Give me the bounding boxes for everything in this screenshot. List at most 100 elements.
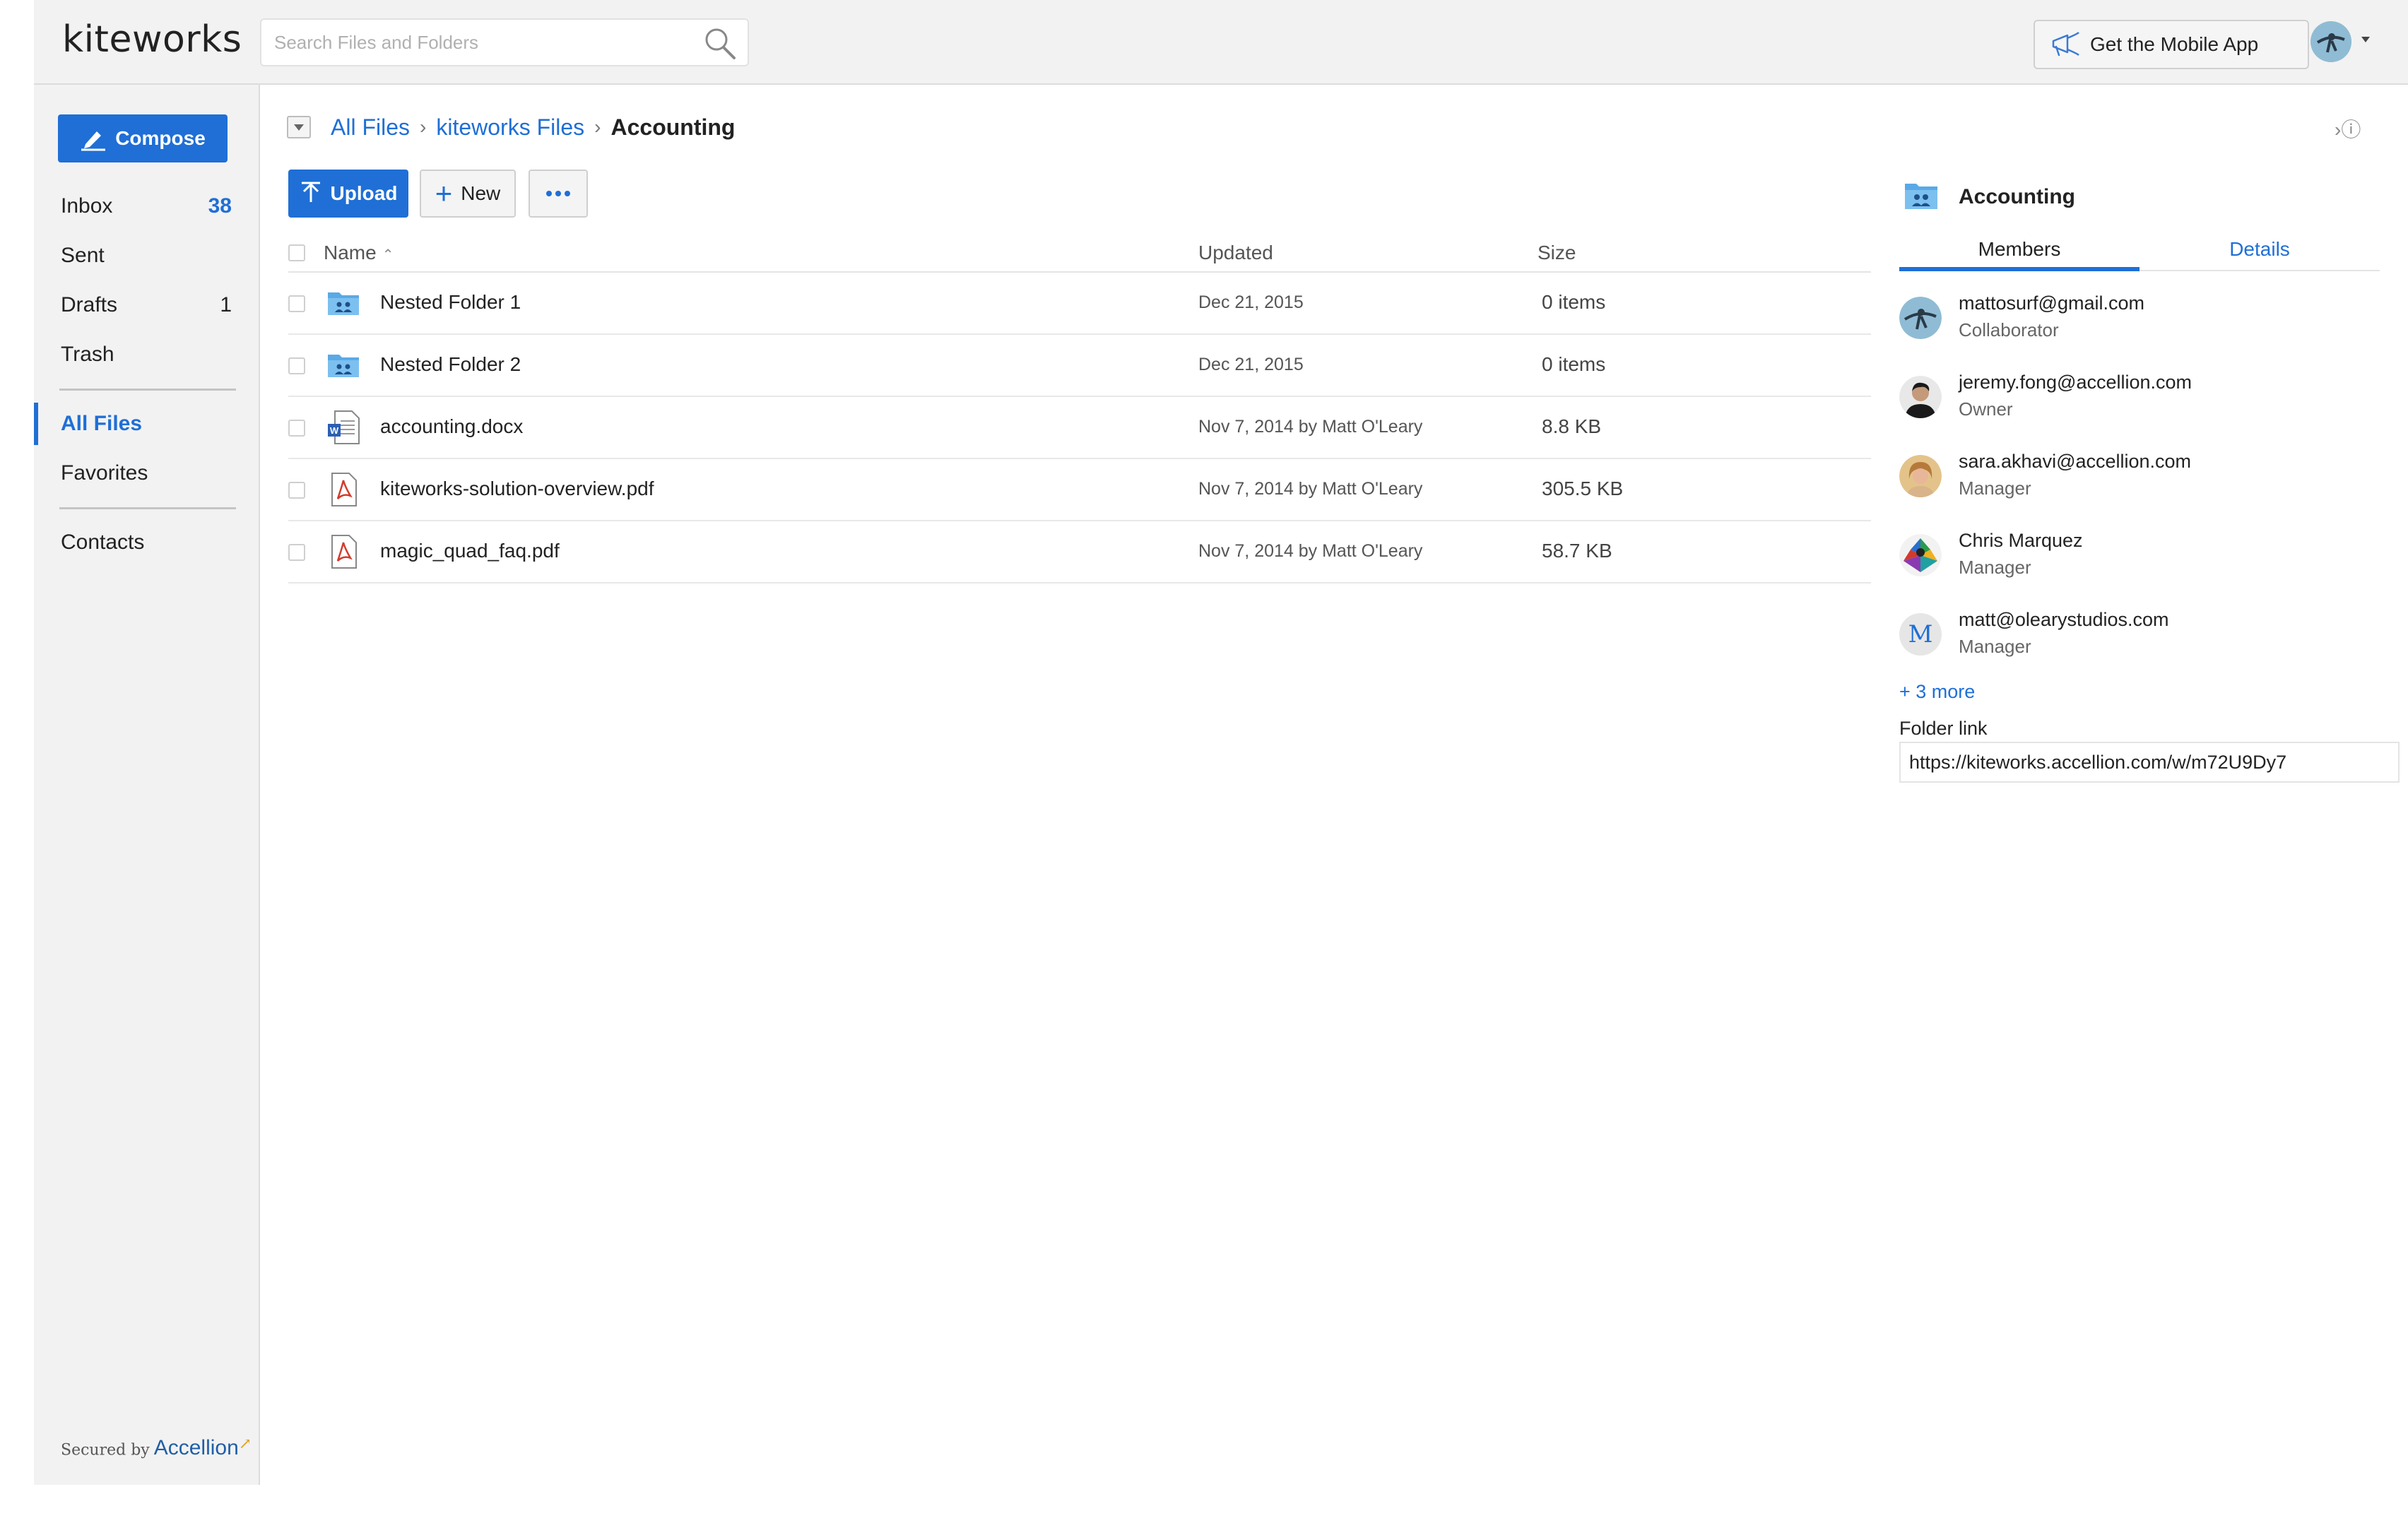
pencil-icon <box>81 131 106 151</box>
accellion-logo-mark-icon: ↗ <box>238 1435 252 1453</box>
member-role: Owner <box>1959 398 2013 420</box>
row-checkbox[interactable] <box>288 295 305 312</box>
table-row[interactable]: Nested Folder 2 Dec 21, 2015 0 items <box>288 335 1871 397</box>
row-checkbox[interactable] <box>288 544 305 561</box>
person-photo-icon <box>1899 376 1942 418</box>
accellion-logo[interactable]: Accellion <box>154 1436 239 1459</box>
row-checkbox[interactable] <box>288 357 305 374</box>
table-row[interactable]: W accounting.docx Nov 7, 2014 by Matt O'… <box>288 397 1871 459</box>
file-name[interactable]: Nested Folder 2 <box>380 353 521 376</box>
file-name[interactable]: kiteworks-solution-overview.pdf <box>380 478 654 500</box>
upload-arrow-icon <box>301 182 320 202</box>
member-item[interactable]: Chris Marquez Manager <box>1899 523 2380 586</box>
member-item[interactable]: M matt@olearystudios.com Manager <box>1899 602 2380 665</box>
breadcrumb-link-all-files[interactable]: All Files <box>331 114 410 141</box>
compose-button[interactable]: Compose <box>58 114 228 162</box>
app-logo[interactable]: kiteworks <box>62 18 242 61</box>
column-header-name[interactable]: Name ⌃ <box>324 242 394 264</box>
compose-label: Compose <box>115 127 206 149</box>
member-email: sara.akhavi@accellion.com <box>1959 451 2192 472</box>
table-row[interactable]: magic_quad_faq.pdf Nov 7, 2014 by Matt O… <box>288 521 1871 583</box>
shared-folder-icon <box>328 355 359 377</box>
folder-link-label: Folder link <box>1899 718 1988 739</box>
table-row[interactable]: kiteworks-solution-overview.pdf Nov 7, 2… <box>288 459 1871 521</box>
avatar <box>1899 297 1942 339</box>
dot-icon <box>555 191 561 196</box>
file-name[interactable]: Nested Folder 1 <box>380 291 521 314</box>
member-item[interactable]: mattosurf@gmail.com Collaborator <box>1899 285 2380 349</box>
file-size: 0 items <box>1542 353 1606 375</box>
row-checkbox[interactable] <box>288 482 305 499</box>
secured-by-footer: Secured by Accellion↗ <box>61 1435 252 1460</box>
file-size: 305.5 KB <box>1542 478 1624 499</box>
surfer-photo-icon <box>1899 297 1942 339</box>
file-updated: Nov 7, 2014 by Matt O'Leary <box>1198 417 1423 437</box>
search-box <box>260 18 749 66</box>
column-header-label: Name <box>324 242 377 263</box>
member-email: jeremy.fong@accellion.com <box>1959 372 2192 393</box>
sidebar-item-label: Trash <box>61 343 114 366</box>
pdf-icon <box>331 535 357 569</box>
avatar <box>1899 534 1942 576</box>
sidebar-item-trash[interactable]: Trash <box>34 333 260 376</box>
search-icon[interactable] <box>702 25 738 61</box>
mobile-app-label: Get the Mobile App <box>2090 33 2259 55</box>
word-doc-icon: W <box>328 410 360 444</box>
sidebar-item-drafts[interactable]: Drafts 1 <box>34 284 260 326</box>
megaphone-icon <box>2052 32 2079 57</box>
more-members-link[interactable]: + 3 more <box>1899 681 1975 703</box>
member-email: Chris Marquez <box>1959 530 2083 551</box>
folder-link-field[interactable] <box>1899 742 2400 783</box>
sidebar-item-favorites[interactable]: Favorites <box>34 452 260 494</box>
person-photo-icon <box>1899 455 1942 497</box>
plus-icon: + <box>435 177 453 210</box>
get-mobile-app-button[interactable]: Get the Mobile App <box>2034 20 2309 69</box>
app-window: kiteworks Get the Mobile App <box>0 0 2408 1523</box>
member-item[interactable]: jeremy.fong@accellion.com Owner <box>1899 365 2380 428</box>
sidebar-item-label: All Files <box>61 412 143 435</box>
inbox-count-badge: 38 <box>208 194 232 218</box>
dot-icon <box>546 191 552 196</box>
shared-folder-icon <box>1905 184 1937 209</box>
select-all-checkbox[interactable] <box>288 244 305 261</box>
svg-text:W: W <box>330 425 339 436</box>
column-header-updated[interactable]: Updated <box>1198 242 1273 264</box>
new-label: New <box>461 182 501 204</box>
sidebar-item-all-files[interactable]: All Files <box>34 403 260 445</box>
new-button[interactable]: + New <box>420 170 516 218</box>
tab-members[interactable]: Members <box>1899 232 2140 271</box>
more-actions-button[interactable] <box>529 170 588 218</box>
column-header-size[interactable]: Size <box>1538 242 1576 264</box>
member-role: Manager <box>1959 478 2031 499</box>
file-name[interactable]: magic_quad_faq.pdf <box>380 540 560 562</box>
info-panel-toggle-icon[interactable]: ›ⓘ <box>2335 114 2377 143</box>
breadcrumb-dropdown-toggle[interactable] <box>287 116 311 138</box>
file-size: 58.7 KB <box>1542 540 1612 562</box>
chevron-right-icon: › <box>594 116 601 138</box>
colorful-face-icon <box>1899 534 1942 576</box>
upload-button[interactable]: Upload <box>288 170 408 218</box>
member-role: Manager <box>1959 636 2031 657</box>
chevron-right-icon: › <box>420 116 427 138</box>
table-row[interactable]: Nested Folder 1 Dec 21, 2015 0 items <box>288 273 1871 335</box>
sidebar-item-label: Inbox <box>61 194 113 218</box>
user-menu-caret-icon[interactable] <box>2361 37 2370 42</box>
avatar <box>1899 376 1942 418</box>
secured-by-text: Secured by <box>61 1441 150 1459</box>
member-item[interactable]: sara.akhavi@accellion.com Manager <box>1899 444 2380 507</box>
sidebar-divider <box>59 389 236 391</box>
sidebar-item-contacts[interactable]: Contacts <box>34 521 260 564</box>
file-updated: Nov 7, 2014 by Matt O'Leary <box>1198 541 1423 561</box>
file-name[interactable]: accounting.docx <box>380 415 523 438</box>
breadcrumb-link-kiteworks-files[interactable]: kiteworks Files <box>436 114 584 141</box>
avatar-initial: M <box>1908 620 1933 648</box>
file-table: Name ⌃ Updated Size Nested Folder 1 Dec 2… <box>288 233 1871 583</box>
sidebar-item-sent[interactable]: Sent <box>34 235 260 277</box>
search-input[interactable] <box>274 20 698 65</box>
sidebar-divider <box>59 507 236 509</box>
user-avatar[interactable] <box>2310 21 2351 62</box>
tab-details[interactable]: Details <box>2140 232 2380 271</box>
sidebar-item-inbox[interactable]: Inbox 38 <box>34 185 260 227</box>
row-checkbox[interactable] <box>288 420 305 437</box>
member-role: Collaborator <box>1959 319 2059 340</box>
